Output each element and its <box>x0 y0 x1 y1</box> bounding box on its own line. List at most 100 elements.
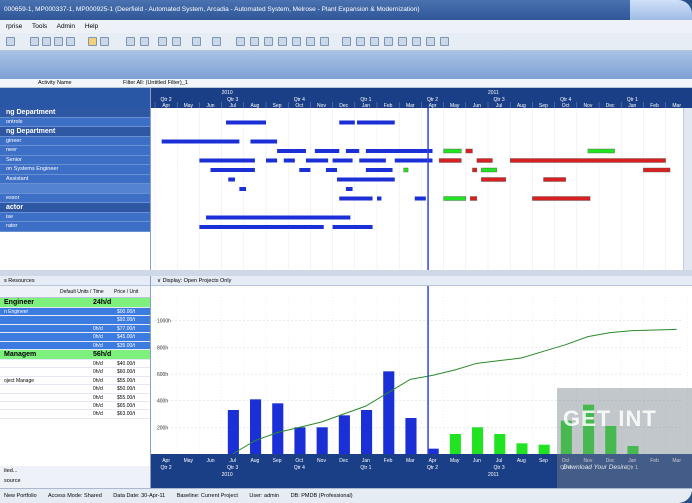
split-icon[interactable] <box>384 37 393 46</box>
resource-price: $55.00/t <box>117 377 136 384</box>
link-icon[interactable] <box>264 37 273 46</box>
filter-label[interactable]: Filter All: (Untitled Filter)_1 <box>123 79 188 88</box>
remaining-hours-bar <box>449 434 461 454</box>
open-icon[interactable] <box>30 37 39 46</box>
gantt-bar <box>283 158 295 163</box>
save-icon[interactable] <box>42 37 51 46</box>
level-icon[interactable] <box>250 37 259 46</box>
gantt-bar <box>472 167 478 173</box>
resource-row[interactable]: 0h/d $65.00/t <box>0 402 150 411</box>
help-icon[interactable] <box>440 37 449 46</box>
price-column-header[interactable]: Price / Unit <box>114 286 138 298</box>
quarter-label: Qtr 2 <box>161 465 172 471</box>
activity-row[interactable]: ng Department <box>0 127 150 137</box>
gantt-bar <box>332 225 373 229</box>
resource-row[interactable]: n Engineer $00.00/t <box>0 308 150 317</box>
cost-icon[interactable] <box>292 37 301 46</box>
refresh-icon[interactable] <box>306 37 315 46</box>
activity-row[interactable]: Senior <box>0 155 150 165</box>
toolbar <box>0 33 692 51</box>
units-column-header[interactable]: Default Units / Time <box>60 286 104 298</box>
view-icon[interactable] <box>100 37 109 46</box>
columns-icon[interactable] <box>126 37 135 46</box>
menu-admin[interactable]: Admin <box>57 23 75 30</box>
wbs-icon[interactable] <box>278 37 287 46</box>
actual-hours-bar <box>383 371 395 454</box>
activity-row[interactable]: gineer <box>0 136 150 146</box>
zoom-fit-icon[interactable] <box>370 37 379 46</box>
quarter-label: Qtr 2 <box>161 97 172 103</box>
gantt-bar <box>206 215 351 220</box>
grid-icon[interactable] <box>412 37 421 46</box>
activity-row[interactable]: actor <box>0 203 150 213</box>
filter-icon[interactable] <box>172 37 181 46</box>
expand-icon[interactable] <box>398 37 407 46</box>
gantt-bar <box>226 120 266 125</box>
activity-row[interactable]: ise <box>0 212 150 222</box>
activity-row[interactable] <box>0 184 150 194</box>
menu-enterprise[interactable]: rprise <box>6 23 22 30</box>
resource-units: 0h/d <box>93 369 103 376</box>
resource-row[interactable]: $92.00/t <box>0 316 150 325</box>
x-tick-label: Apr <box>429 458 437 464</box>
details-icon[interactable] <box>320 37 329 46</box>
back-icon[interactable] <box>6 37 15 46</box>
gantt-bar <box>250 139 278 144</box>
activity-row[interactable]: essor <box>0 193 150 203</box>
resource-row[interactable]: 0h/d $45.00/t <box>0 333 150 342</box>
resource-row[interactable]: oject Manage 0h/d $55.00/t <box>0 377 150 386</box>
actual-hours-bar <box>338 415 350 454</box>
status-access-mode: Access Mode: Shared <box>47 493 102 499</box>
gantt-bar <box>325 168 338 172</box>
print-icon[interactable] <box>54 37 63 46</box>
resources-filter-text[interactable]: ited... <box>4 468 146 474</box>
remaining-hours-bar <box>538 444 550 454</box>
resource-row[interactable]: 0h/d $77.00/t <box>0 324 150 334</box>
resource-units: 0h/d <box>93 394 103 401</box>
gantt-bar <box>228 177 235 182</box>
group-icon[interactable] <box>158 37 167 46</box>
activity-row[interactable]: ontrols <box>0 117 150 127</box>
resource-units: 0h/d <box>93 325 103 332</box>
bars-icon[interactable] <box>140 37 149 46</box>
zoom-icon[interactable] <box>212 37 221 46</box>
activity-row[interactable]: Assistant <box>0 174 150 184</box>
activity-row[interactable]: on Systems Engineer <box>0 165 150 175</box>
resources-tab[interactable]: source <box>4 478 146 484</box>
resource-units: 0h/d <box>93 342 103 349</box>
schedule-icon[interactable] <box>236 37 245 46</box>
y-tick-label: 400h <box>157 399 168 405</box>
print-preview-icon[interactable] <box>66 37 75 46</box>
resource-row[interactable]: Managem 56h/d <box>0 349 150 360</box>
remaining-hours-bar <box>472 427 484 454</box>
resource-row[interactable]: 0h/d $50.00/t <box>0 385 150 394</box>
resource-row[interactable]: Engineer 24h/d <box>0 298 150 308</box>
resource-row[interactable]: 0h/d $63.00/t <box>0 410 150 419</box>
activity-name-header[interactable]: Activity Name <box>38 79 72 88</box>
gantt-bar <box>470 196 478 201</box>
notes-icon[interactable] <box>426 37 435 46</box>
gantt-bar <box>345 149 360 153</box>
menu-tools[interactable]: Tools <box>32 23 47 30</box>
histogram-display-label: Display: Open Projects Only <box>162 278 232 284</box>
menu-help[interactable]: Help <box>85 23 98 30</box>
zoom-in-icon[interactable] <box>342 37 351 46</box>
timescale-icon[interactable] <box>192 37 201 46</box>
resource-row[interactable]: 0h/d $35.00/t <box>0 341 150 350</box>
resource-row[interactable]: 0h/d $40.00/t <box>0 360 150 369</box>
resource-row[interactable]: 0h/d $55.00/t <box>0 394 150 402</box>
layout-icon[interactable] <box>88 37 97 46</box>
gantt-bar <box>465 148 473 154</box>
x-tick-label: Jun <box>206 458 214 464</box>
quarter-label: Qtr 4 <box>294 465 305 471</box>
resource-row[interactable]: 0h/d $60.00/t <box>0 368 150 377</box>
zoom-out-icon[interactable] <box>356 37 365 46</box>
resource-price: $45.00/t <box>117 334 136 341</box>
gantt-scrollbar[interactable] <box>683 108 692 270</box>
activity-row[interactable]: rator <box>0 222 150 232</box>
activity-row[interactable]: ng Department <box>0 108 150 118</box>
resource-price: $65.00/t <box>117 402 136 409</box>
x-tick-label: Sep <box>539 458 548 464</box>
actual-hours-bar <box>405 418 417 454</box>
activity-row[interactable]: neer <box>0 146 150 156</box>
